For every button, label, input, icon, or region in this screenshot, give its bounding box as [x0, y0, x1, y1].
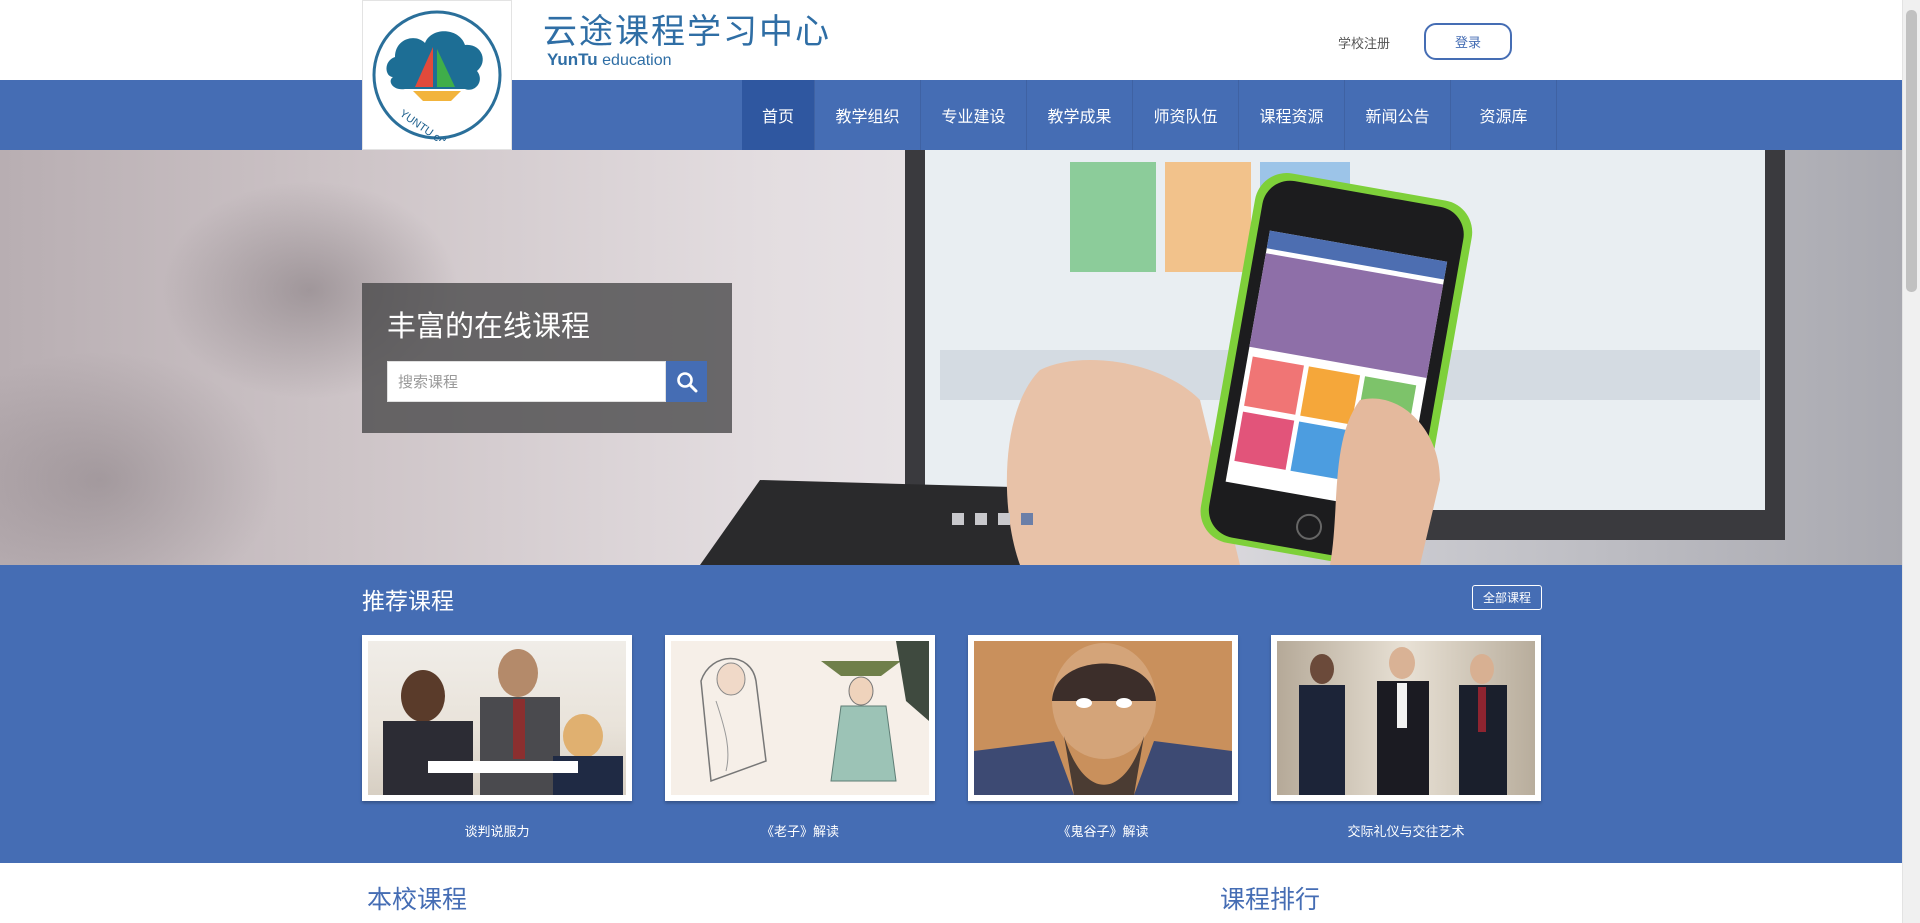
nav-item-teaching-results[interactable]: 教学成果 [1027, 80, 1133, 150]
course-card[interactable]: 《老子》解读 [665, 635, 935, 840]
course-ranking-title: 课程排行 [1220, 885, 1321, 914]
course-card[interactable]: 谈判说服力 [362, 635, 632, 840]
recommended-courses-section: 推荐课程 全部课程 谈判说服力 《老子》解读 《鬼谷子》解读 交际礼仪与交往艺术 [0, 565, 1902, 863]
nav-item-course-resources[interactable]: 课程资源 [1239, 80, 1345, 150]
slider-dot-1[interactable] [952, 513, 964, 525]
scrollbar-thumb[interactable] [1906, 10, 1917, 292]
course-thumbnail[interactable] [1271, 635, 1541, 801]
course-image-guiguzi [974, 641, 1232, 795]
site-subtitle: YunTu education [547, 50, 672, 70]
top-bar [0, 0, 1902, 80]
nav-item-faculty[interactable]: 师资队伍 [1133, 80, 1239, 150]
school-courses-title: 本校课程 [367, 885, 468, 914]
nav-item-major-building[interactable]: 专业建设 [921, 80, 1027, 150]
search-button[interactable] [666, 361, 707, 402]
recommended-title: 推荐课程 [362, 589, 454, 615]
hero-laptop-phone-image [700, 150, 1785, 565]
logo-cloud-sail-icon: YUNTU education [372, 10, 502, 141]
nav-item-teaching-org[interactable]: 教学组织 [815, 80, 921, 150]
search-row [387, 361, 707, 402]
school-register-link[interactable]: 学校注册 [1338, 33, 1390, 52]
all-courses-button[interactable]: 全部课程 [1472, 585, 1543, 610]
site-logo[interactable]: YUNTU education [362, 0, 512, 150]
course-search-input[interactable] [387, 361, 666, 402]
slider-dot-2[interactable] [975, 513, 987, 525]
nav-item-home[interactable]: 首页 [742, 80, 815, 150]
page: YUNTU education 云途课程学习中心 YunTu education… [0, 0, 1920, 923]
slider-dot-4[interactable] [1021, 513, 1033, 525]
site-subtitle-text: education [602, 52, 672, 69]
course-name[interactable]: 《鬼谷子》解读 [968, 821, 1238, 840]
site-subtitle-brand: YunTu [547, 50, 598, 69]
course-image-negotiation [368, 641, 626, 795]
course-thumbnail[interactable] [665, 635, 935, 801]
hero-banner[interactable]: 丰富的在线课程 [0, 150, 1902, 565]
slider-dots [952, 513, 1033, 525]
slider-dot-3[interactable] [998, 513, 1010, 525]
course-card[interactable]: 交际礼仪与交往艺术 [1271, 635, 1541, 840]
course-search-panel: 丰富的在线课程 [362, 283, 732, 433]
search-icon [676, 371, 697, 392]
course-name[interactable]: 《老子》解读 [665, 821, 935, 840]
hero-heading: 丰富的在线课程 [387, 309, 591, 343]
course-image-laozi [671, 641, 929, 795]
nav-item-resource-library[interactable]: 资源库 [1451, 80, 1557, 150]
course-thumbnail[interactable] [968, 635, 1238, 801]
course-image-etiquette [1277, 641, 1535, 795]
main-nav: 首页 教学组织 专业建设 教学成果 师资队伍 课程资源 新闻公告 资源库 [742, 80, 1557, 150]
site-title: 云途课程学习中心 [543, 12, 831, 52]
page-scrollbar[interactable] [1902, 0, 1920, 923]
course-name[interactable]: 交际礼仪与交往艺术 [1271, 821, 1541, 840]
login-button[interactable]: 登录 [1424, 23, 1512, 60]
course-card[interactable]: 《鬼谷子》解读 [968, 635, 1238, 840]
course-thumbnail[interactable] [362, 635, 632, 801]
nav-item-news[interactable]: 新闻公告 [1345, 80, 1451, 150]
course-name[interactable]: 谈判说服力 [362, 821, 632, 840]
